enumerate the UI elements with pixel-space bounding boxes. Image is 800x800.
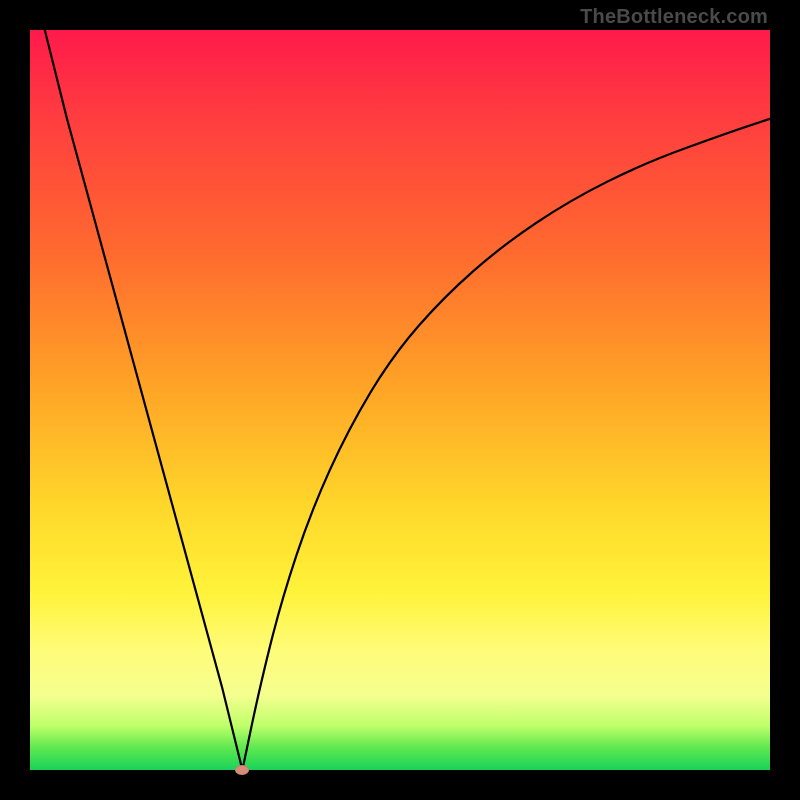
curve-path	[45, 30, 770, 770]
bottleneck-curve	[30, 30, 770, 770]
watermark-text: TheBottleneck.com	[580, 6, 768, 29]
optimal-point-marker	[235, 765, 249, 775]
plot-area	[30, 30, 770, 770]
chart-frame: TheBottleneck.com	[0, 0, 800, 800]
